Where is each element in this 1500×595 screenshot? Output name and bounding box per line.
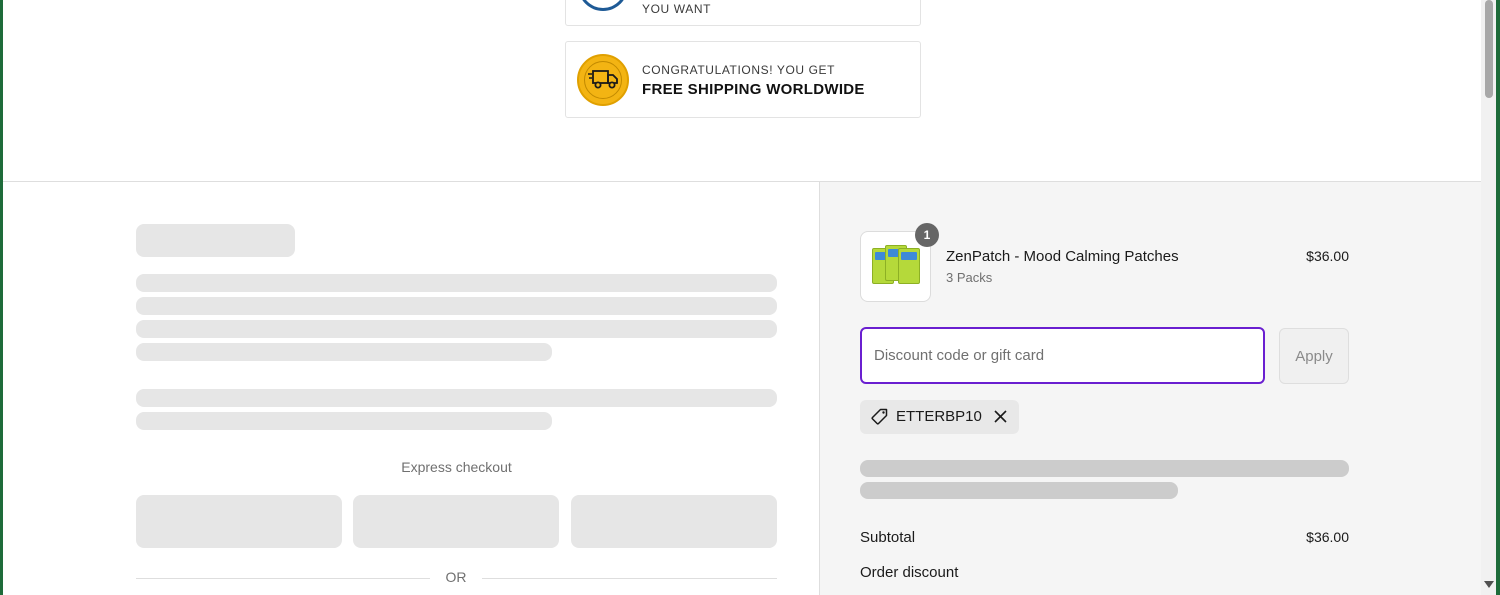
or-divider-left	[136, 578, 430, 579]
applied-discount-code: ETTERBP10	[896, 408, 982, 425]
tag-icon	[871, 408, 888, 425]
applied-discount-tag: ETTERBP10	[860, 400, 1019, 434]
express-pay-button-skeleton[interactable]	[353, 495, 559, 548]
express-checkout-label: Express checkout	[401, 459, 512, 475]
express-pay-button-skeleton[interactable]	[571, 495, 777, 548]
free-shipping-banner: CONGRATULATIONS! YOU GET FREE SHIPPING W…	[565, 41, 921, 118]
quantity-badge: 1	[915, 223, 939, 247]
scroll-down-arrow-icon[interactable]	[1484, 581, 1494, 588]
skeleton-line	[860, 460, 1349, 477]
window-frame-left	[0, 0, 3, 595]
or-divider-right	[482, 578, 777, 579]
subtotal-label: Subtotal	[860, 529, 916, 546]
product-variant: 3 Packs	[946, 270, 993, 285]
subtotal-value: $36.00	[1306, 529, 1349, 545]
skeleton-line	[136, 274, 777, 292]
scrollbar-thumb[interactable]	[1485, 0, 1493, 98]
order-discount-label: Order discount	[860, 564, 959, 581]
free-shipping-title: FREE SHIPPING WORLDWIDE	[642, 81, 865, 98]
product-price: $36.00	[1306, 248, 1349, 264]
skeleton-line	[136, 343, 552, 361]
or-divider-text: OR	[445, 569, 467, 585]
skeleton-line	[136, 412, 552, 430]
product-name: ZenPatch - Mood Calming Patches	[946, 248, 1179, 265]
window-frame-right	[1496, 0, 1500, 595]
guarantee-badge-icon	[578, 0, 628, 11]
remove-discount-close-icon[interactable]	[993, 409, 1008, 424]
free-shipping-congrats-text: CONGRATULATIONS! YOU GET	[642, 63, 836, 77]
skeleton-line	[860, 482, 1178, 499]
skeleton-heading	[136, 224, 295, 257]
express-pay-button-skeleton[interactable]	[136, 495, 342, 548]
skeleton-line	[136, 389, 777, 407]
guarantee-banner-text: YOU WANT	[642, 2, 712, 16]
skeleton-line	[136, 297, 777, 315]
skeleton-line	[136, 320, 777, 338]
discount-code-input[interactable]	[860, 327, 1265, 384]
delivery-truck-icon	[577, 54, 629, 106]
guarantee-banner: YOU WANT	[565, 0, 921, 26]
apply-discount-button[interactable]: Apply	[1279, 328, 1349, 384]
